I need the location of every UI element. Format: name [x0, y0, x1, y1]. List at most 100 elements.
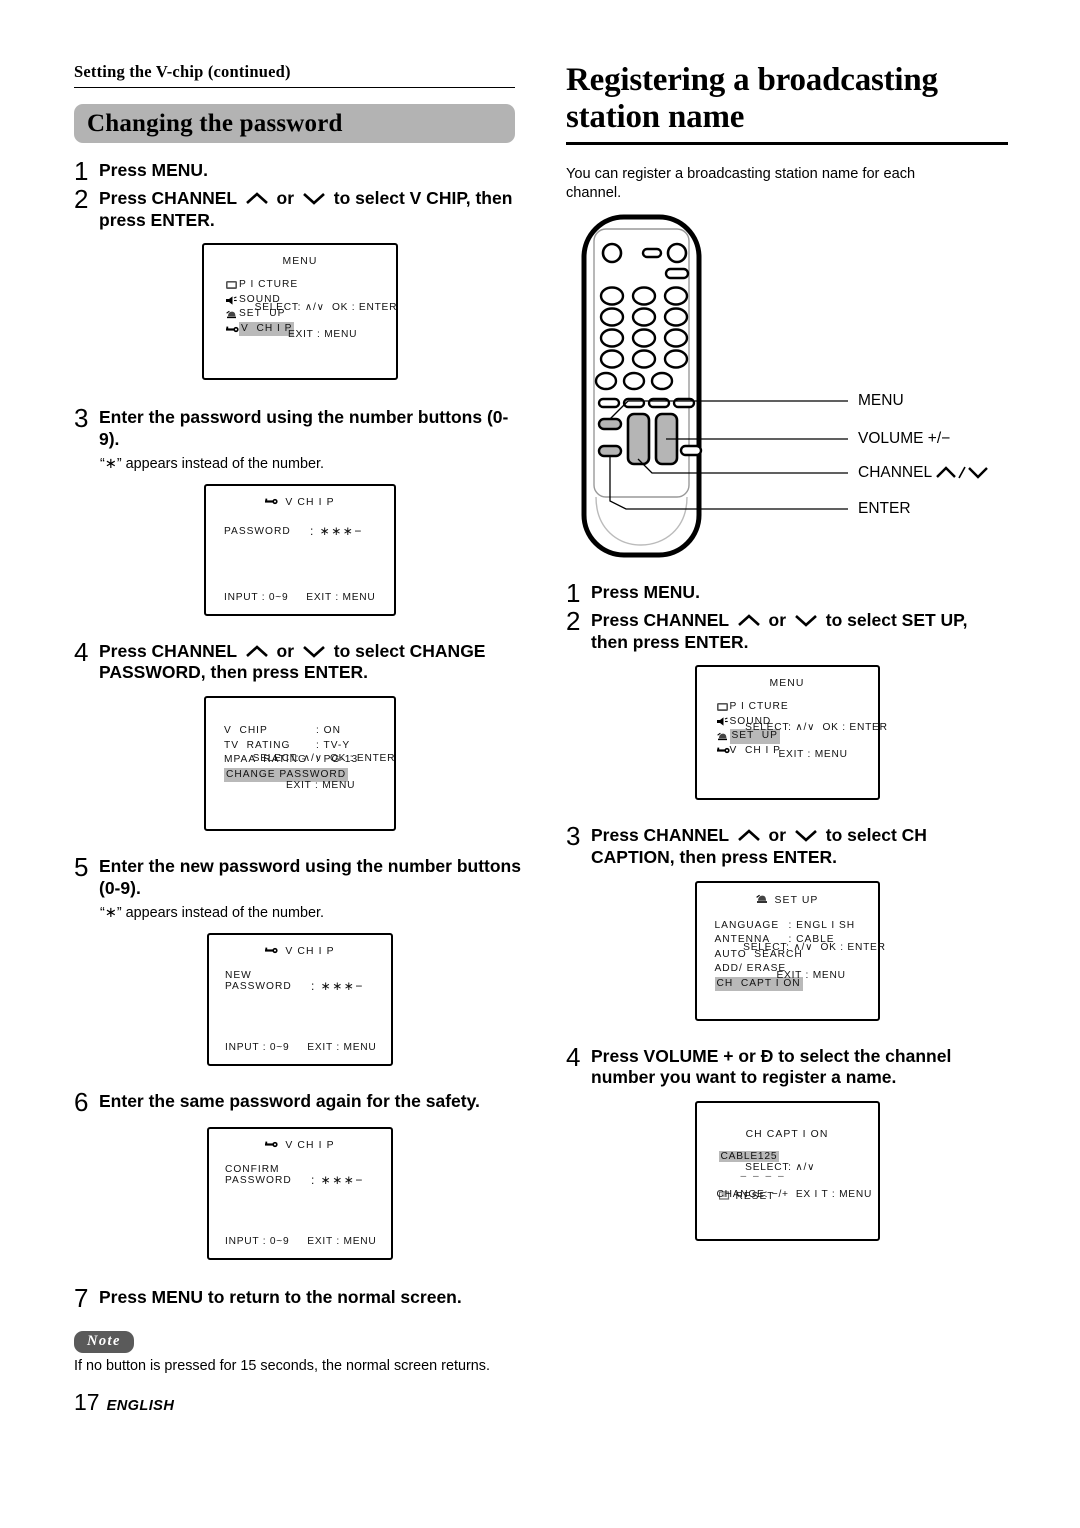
step-7: 7 Press MENU to return to the normal scr…	[74, 1284, 526, 1311]
step-number: 6	[74, 1086, 89, 1117]
password-row: PASSWORD : ∗∗∗−	[224, 523, 394, 538]
password-label-line1: NEW	[225, 969, 252, 981]
right-step-3: 3 Press CHANNEL or to select CH CAPTION,…	[566, 822, 1008, 868]
osd-footer: SELECT: ∧/∨ CHANGE: −/+ EX I T : MENU	[717, 1147, 873, 1229]
osd-menu-screen: MENU P I CTURE SOUND SET UP V CH I P SEL…	[202, 243, 398, 381]
chevron-down-icon	[301, 192, 327, 205]
step-2: 2 Press CHANNEL or to select V CHIP, the…	[74, 185, 526, 231]
osd-footer-line1: SELECT: ∧/∨ OK : ENTER	[743, 942, 886, 954]
osd-footer: SELECT: ∧/∨ OK : ENTER EXIT : MENU	[717, 707, 888, 789]
osd-footer-line1: SELECT: ∧/∨ OK : ENTER	[252, 752, 396, 764]
step-text: Enter the new password using the number …	[99, 856, 521, 898]
step-6: 6 Enter the same password again for the …	[74, 1088, 526, 1115]
section-title-band: Changing the password	[74, 104, 515, 143]
chevron-up-icon	[736, 614, 762, 627]
osd-footer-line1: SELECT: ∧/∨ OK : ENTER	[254, 302, 398, 314]
osd-password-screen: V CH I P PASSWORD : ∗∗∗− INPUT : 0~9 EXI…	[204, 483, 396, 616]
page-number: 17	[74, 1389, 100, 1416]
right-step-2: 2 Press CHANNEL or to select SET UP, the…	[566, 607, 1008, 653]
remote-enter-button	[597, 444, 623, 458]
setting-value: : ON	[316, 725, 341, 737]
callout-label: ENTER	[858, 499, 911, 517]
osd-footer-line2: EXIT : MENU	[288, 329, 358, 341]
chevron-down-icon	[301, 645, 327, 658]
step-3: 3 Enter the password using the number bu…	[74, 404, 526, 450]
step-1: 1 Press MENU.	[74, 157, 526, 184]
step-text: Press MENU to return to the normal scree…	[99, 1286, 462, 1307]
osd-title-row: V CH I P	[209, 1129, 391, 1152]
osd-confirm-password-body: CONFIRM PASSWORD : ∗∗∗−	[209, 1152, 391, 1186]
manual-page: Setting the V-chip (continued) Changing …	[0, 0, 1080, 1528]
callout-enter: ENTER	[858, 500, 911, 518]
step-text: Press MENU.	[99, 160, 208, 180]
intro-text: You can register a broadcasting station …	[566, 165, 916, 201]
password-row: PASSWORD : ∗∗∗−	[225, 1172, 391, 1187]
step-text: Press VOLUME + or Ð to select the channe…	[591, 1045, 952, 1088]
password-value: : ∗∗∗−	[311, 1172, 364, 1187]
setup-icon	[755, 894, 768, 907]
osd-title: MENU	[769, 678, 805, 690]
password-label: PASSWORD	[225, 980, 292, 992]
step-4: 4 Press CHANNEL or to select CHANGE PASS…	[74, 638, 526, 684]
osd-title: V CH I P	[285, 497, 335, 509]
osd-footer-line1: SELECT: ∧/∨	[745, 1161, 816, 1173]
password-value: : ∗∗∗−	[311, 978, 364, 993]
osd-vchip-settings-screen: V CHIP : ON TV RATING : TV-Y MPAA RATING…	[204, 696, 396, 832]
step-number: 2	[74, 184, 89, 214]
osd-ch-caption-screen: CH CAPT I ON CABLE125 – – – – RESET SELE…	[694, 1100, 880, 1241]
osd-footer-line2: EXIT : MENU	[776, 969, 846, 981]
page-language: ENGLISH	[106, 1398, 175, 1415]
osd-title-row: SET UP	[697, 883, 878, 907]
osd-title: V CH I P	[285, 946, 335, 957]
password-label-line1: CONFIRM	[225, 1163, 280, 1175]
note-text: If no button is pressed for 15 seconds, …	[74, 1357, 490, 1374]
osd-new-password-body: NEW PASSWORD : ∗∗∗−	[209, 958, 391, 992]
step-text-part-b: or	[768, 609, 787, 630]
remote-menu-button	[597, 417, 623, 431]
chevron-up-down-icon	[935, 464, 989, 482]
step-text: Press CHANNEL or to select CH CAPTION, t…	[591, 822, 1008, 868]
remote-control-diagram: MENU VOLUME +/− CHANNEL ENTER	[566, 211, 1008, 571]
page-title: Registering a broadcasting station name	[566, 62, 1008, 145]
step-5: 5 Enter the new password using the numbe…	[74, 853, 526, 899]
osd-new-password-screen: V CH I P NEW PASSWORD : ∗∗∗− INPUT : 0~9…	[207, 932, 393, 1066]
left-column: Setting the V-chip (continued) Changing …	[74, 62, 526, 1416]
step-text-part-b: or	[768, 825, 787, 846]
step-text: Press CHANNEL or to select SET UP, then …	[591, 607, 1008, 653]
osd-footer: INPUT : 0~9 EXIT : MENU	[225, 1235, 377, 1247]
step-text-part-a: Press CHANNEL	[591, 609, 729, 630]
callout-label: VOLUME +/−	[858, 429, 951, 447]
callout-menu: MENU	[858, 392, 904, 410]
step-number: 4	[74, 636, 89, 667]
right-step-1: 1 Press MENU.	[566, 579, 1008, 606]
osd-footer: INPUT : 0~9 EXIT : MENU	[225, 1041, 377, 1053]
remote-control-illustration	[581, 214, 848, 558]
step-text-part-b: or	[276, 188, 295, 208]
right-column: Registering a broadcasting station name …	[566, 62, 1008, 1241]
right-step-4: 4 Press VOLUME + or Ð to select the chan…	[566, 1043, 1008, 1089]
osd-title-row: V CH I P	[206, 486, 394, 509]
password-label: PASSWORD	[224, 525, 291, 537]
chevron-down-icon	[793, 614, 819, 627]
step-3-note: “∗” appears instead of the number.	[100, 455, 325, 472]
setting-label: V CHIP	[224, 725, 268, 737]
step-number: 5	[74, 852, 89, 883]
step-text: Press CHANNEL or to select V CHIP, then …	[99, 185, 526, 231]
osd-title-row: V CH I P	[209, 935, 391, 958]
note-block: Note If no button is pressed for 15 seco…	[74, 1330, 526, 1376]
step-text: Press MENU.	[591, 581, 700, 602]
osd-menu-screen-setup: MENU P I CTURE SOUND SET UP V CH I P SEL…	[694, 665, 887, 801]
password-row: PASSWORD : ∗∗∗−	[225, 978, 391, 993]
osd-footer: SELECT: ∧/∨ OK : ENTER EXIT : MENU	[226, 287, 397, 369]
osd-footer-line2: CHANGE: −/+ EX I T : MENU	[716, 1188, 873, 1200]
key-icon	[265, 1140, 278, 1152]
password-label: PASSWORD	[225, 1174, 292, 1186]
section-title: Changing the password	[87, 109, 343, 137]
step-number: 1	[74, 156, 89, 186]
note-badge: Note	[74, 1330, 134, 1353]
step-number: 3	[566, 821, 581, 852]
step-number: 2	[566, 605, 581, 636]
callout-volume: VOLUME +/−	[858, 430, 950, 448]
password-value: : ∗∗∗−	[310, 523, 363, 538]
osd-footer: SELECT: ∧/∨ OK : ENTER EXIT : MENU	[715, 928, 886, 1010]
